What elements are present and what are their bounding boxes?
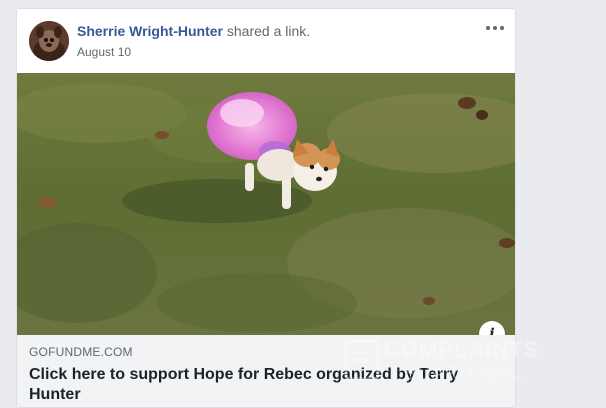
post-card: Sherrie Wright-Hunter shared a link. Aug… [16, 8, 516, 408]
more-options-icon[interactable] [483, 19, 507, 37]
link-preview-meta[interactable]: GOFUNDME.COM Click here to support Hope … [17, 335, 515, 407]
post-timestamp[interactable]: August 10 [77, 45, 131, 59]
dog-in-grass-photo [17, 73, 515, 335]
avatar[interactable] [29, 21, 69, 61]
link-preview-image[interactable]: i [17, 73, 515, 347]
post-action-text: shared a link. [226, 23, 311, 39]
link-title[interactable]: Click here to support Hope for Rebec org… [29, 365, 479, 405]
author-name-link[interactable]: Sherrie Wright-Hunter [77, 23, 223, 39]
link-domain: GOFUNDME.COM [29, 345, 133, 359]
avatar-photo [29, 21, 69, 61]
author-line: Sherrie Wright-Hunter shared a link. [77, 23, 310, 39]
post-header: Sherrie Wright-Hunter shared a link. Aug… [17, 9, 515, 73]
